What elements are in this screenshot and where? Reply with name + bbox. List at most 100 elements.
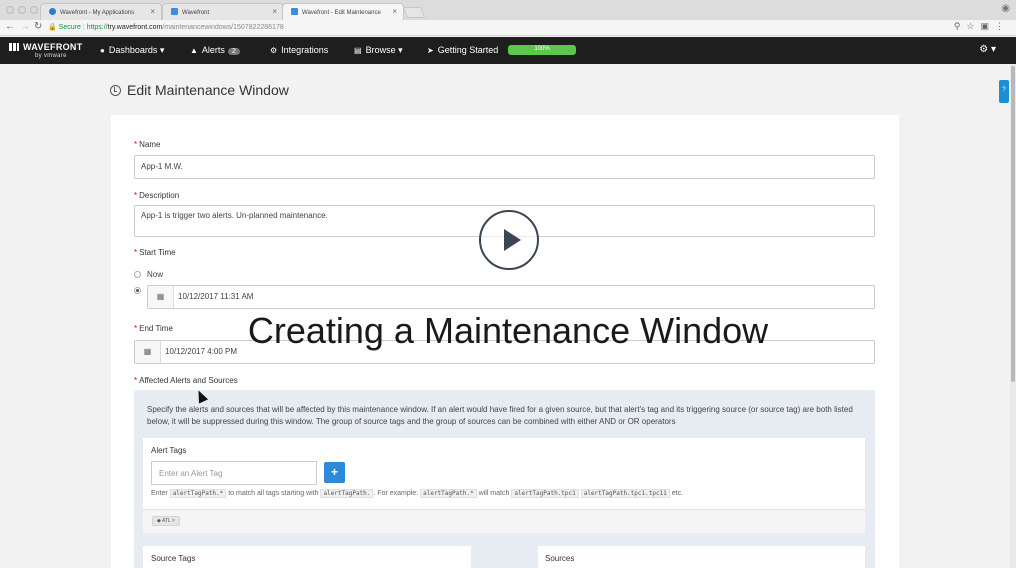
tab-title: Wavefront - My Applications	[60, 10, 135, 16]
page-title: Edit Maintenance Window	[110, 82, 289, 98]
wavefront-favicon-icon	[291, 8, 298, 15]
extension-icon[interactable]: ▣	[980, 21, 995, 31]
hint-code: alertTagPath.*	[169, 489, 227, 498]
settings-menu[interactable]: ⚙ ▾	[979, 44, 996, 55]
logo-text: WAVEFRONT	[23, 42, 83, 52]
browser-tab-edit-maintenance[interactable]: Wavefront - Edit Maintenance ×	[282, 3, 404, 20]
address-bar-actions: ⚲☆▣⋮	[954, 21, 1010, 32]
close-tab-icon[interactable]: ×	[272, 7, 277, 16]
alerts-count-badge: 2	[227, 48, 240, 55]
chip-label: ATL	[161, 518, 171, 524]
getting-started-progress-bar: 100%	[508, 45, 576, 55]
back-arrow-icon[interactable]: ←	[5, 21, 15, 32]
nav-integrations[interactable]: ⚙ Integrations	[270, 45, 328, 55]
name-label: * Name	[134, 140, 161, 149]
hint-text: . For example:	[373, 490, 419, 497]
hint-code: alertTagPath.*	[420, 489, 477, 498]
progress-text: 100%	[534, 46, 550, 52]
start-time-input[interactable]: ▦ 10/12/2017 11:31 AM	[147, 285, 875, 309]
dashboard-icon: ●	[100, 46, 105, 55]
hint-code: alertTagPath.	[320, 489, 374, 498]
label-text: Start Time	[139, 248, 176, 257]
secure-label: Secure	[58, 24, 81, 31]
hint-text: Enter	[151, 490, 168, 497]
description-value: App-1 is trigger two alerts. Un-planned …	[141, 211, 328, 220]
url-host: try.wavefront.com	[107, 24, 163, 31]
close-tab-icon[interactable]: ×	[392, 7, 397, 16]
label-text: Affected Alerts and Sources	[139, 376, 238, 385]
alert-tag-input[interactable]: Enter an Alert Tag	[151, 461, 317, 485]
url-scheme: https://	[86, 24, 108, 31]
hint-code: alertTagPath.tpc1.tpc11	[580, 489, 670, 498]
nav-browse[interactable]: ▤ Browse ▾	[354, 45, 403, 56]
name-value: App-1 M.W.	[141, 162, 183, 171]
browse-list-icon: ▤	[354, 46, 362, 55]
forward-arrow-icon[interactable]: →	[20, 21, 30, 32]
browser-tab-wavefront[interactable]: Wavefront ×	[162, 3, 284, 20]
alert-tag-chip[interactable]: ◆ ATL ×	[152, 516, 180, 526]
menu-dots-icon[interactable]: ⋮	[995, 21, 1010, 31]
start-custom-radio[interactable]	[134, 287, 141, 294]
app-navbar: WAVEFRONT by vmware ● Dashboards ▾ ▲ Alert…	[0, 37, 1016, 64]
nav-label: Alerts	[201, 45, 225, 55]
play-button[interactable]	[479, 210, 539, 270]
calendar-icon[interactable]: ▦	[148, 286, 174, 308]
nav-getting-started[interactable]: ➤ Getting Started	[427, 45, 498, 55]
wavefront-logo[interactable]: WAVEFRONT by vmware	[9, 42, 83, 59]
wavefront-favicon-icon	[171, 8, 178, 15]
caret-down-icon: ▾	[990, 44, 996, 55]
plus-icon: +	[330, 465, 338, 479]
label-text: Name	[139, 140, 161, 149]
start-now-radio[interactable]	[134, 271, 141, 278]
nav-label: Getting Started	[437, 45, 499, 55]
nav-label: Integrations	[281, 45, 329, 55]
alert-tags-title: Alert Tags	[151, 446, 187, 455]
start-time-label: * Start Time	[134, 248, 176, 257]
tag-icon: ◆	[157, 518, 161, 524]
label-text: Description	[139, 191, 180, 200]
gear-icon: ⚙	[979, 44, 989, 55]
logo-subtext: by vmware	[35, 53, 67, 59]
sources-panel	[538, 546, 865, 568]
address-bar: ← → ↻ 🔒 Secure | https://try.wavefront.c…	[0, 20, 1016, 36]
add-alert-tag-button[interactable]: +	[324, 462, 345, 483]
sources-title: Sources	[545, 554, 575, 563]
bookmark-star-icon[interactable]: ☆	[966, 21, 980, 31]
hint-text: to match all tags starting with	[228, 490, 319, 497]
zoom-icon[interactable]: ⚲	[954, 21, 967, 31]
nav-label: Browse	[365, 45, 396, 55]
start-time-value: 10/12/2017 11:31 AM	[178, 292, 254, 301]
caret-down-icon: ▾	[398, 45, 403, 55]
wavefront-favicon-icon	[49, 8, 56, 15]
caret-down-icon: ▾	[159, 45, 165, 55]
url-path: /maintenancewindows/1507822286178	[162, 24, 284, 31]
minimize-window-dot[interactable]	[18, 6, 26, 14]
profile-icon[interactable]: ◉	[1001, 3, 1010, 14]
browser-tab-my-applications[interactable]: Wavefront - My Applications ×	[40, 3, 162, 20]
close-tab-icon[interactable]: ×	[150, 7, 155, 16]
reload-icon[interactable]: ↻	[34, 21, 42, 32]
alert-tag-hint: Enter alertTagPath.* to match all tags s…	[151, 489, 683, 498]
close-window-dot[interactable]	[6, 6, 14, 14]
hint-text: will match	[478, 490, 510, 497]
nav-dashboards[interactable]: ● Dashboards ▾	[100, 45, 164, 56]
wavefront-logo-icon	[9, 43, 19, 51]
name-input[interactable]: App-1 M.W.	[134, 155, 875, 179]
remove-chip-icon[interactable]: ×	[172, 518, 175, 524]
warning-icon: ▲	[190, 46, 198, 55]
new-tab-button[interactable]	[402, 7, 426, 18]
clock-icon	[110, 85, 121, 96]
maximize-window-dot[interactable]	[30, 6, 38, 14]
video-caption: Creating a Maintenance Window	[247, 310, 769, 351]
description-label: * Description	[134, 191, 180, 200]
integrations-gear-icon: ⚙	[270, 46, 278, 55]
page-title-text: Edit Maintenance Window	[127, 82, 289, 98]
rocket-icon: ➤	[427, 46, 434, 55]
nav-label: Dashboards	[108, 45, 158, 55]
nav-alerts[interactable]: ▲ Alerts 2	[190, 45, 240, 55]
help-button[interactable]: ?	[999, 80, 1009, 103]
tab-title: Wavefront	[182, 10, 210, 16]
alert-tag-placeholder: Enter an Alert Tag	[159, 469, 223, 478]
url-field[interactable]: 🔒 Secure | https://try.wavefront.com/mai…	[48, 23, 284, 31]
tab-title: Wavefront - Edit Maintenance	[302, 10, 381, 16]
